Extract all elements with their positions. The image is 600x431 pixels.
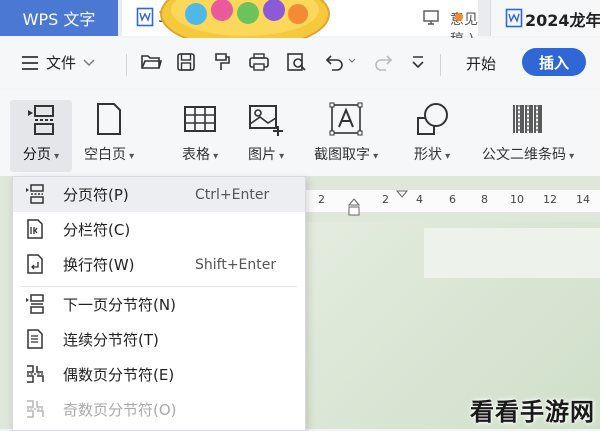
tab-start[interactable]: 开始 — [466, 53, 496, 74]
menu-item-page-break[interactable]: 分页符(P) Ctrl+Enter — [13, 177, 305, 212]
page-break-icon — [25, 104, 57, 136]
first-line-indent-icon[interactable] — [396, 190, 408, 198]
app-home-tab[interactable]: WPS 文字 — [0, 0, 118, 36]
ribbon-insert: 分页 空白页 表格 图片 截图取字 形状 公文二维条码 — [0, 90, 600, 176]
document-tab-2-title: 2024龙年 — [525, 11, 600, 30]
unsaved-indicator — [455, 13, 463, 21]
ruler-number: 14 — [576, 193, 590, 206]
page-margin-area — [424, 228, 600, 278]
menu-item-continuous-section[interactable]: 连续分节符(T) — [13, 322, 305, 357]
ruler-number: 12 — [543, 193, 557, 206]
undo-icon[interactable] — [324, 52, 346, 72]
menu-item-odd-page-section[interactable]: 奇数页分节符(O) — [13, 392, 305, 427]
doc-qrcode-label: 公文二维条码 — [482, 144, 574, 164]
watermark-logo: 看看手游网 — [470, 398, 595, 426]
even-page-section-icon — [25, 364, 45, 384]
ruler-number: 2 — [318, 193, 325, 206]
doc-qrcode-button[interactable]: 公文二维条码 — [482, 102, 574, 164]
open-folder-icon[interactable] — [140, 52, 162, 72]
ruler-number: 2 — [382, 193, 389, 206]
screenshot-text-icon — [329, 102, 363, 136]
page-break-dropdown: 分页符(P) Ctrl+Enter 分栏符(C) 换行符(W) Shift+En… — [12, 176, 306, 431]
page-break-icon — [25, 184, 45, 204]
ruler-number: 10 — [510, 193, 524, 206]
print-icon[interactable] — [248, 52, 270, 72]
table-label: 表格 — [182, 144, 218, 164]
menu-item-label: 下一页分节符(N) — [63, 296, 176, 314]
redo-icon[interactable] — [372, 52, 394, 72]
hamburger-icon — [20, 55, 40, 71]
file-menu[interactable]: 文件 — [20, 52, 96, 73]
toolbar-divider — [126, 54, 127, 76]
screenshot-ocr-button[interactable]: 截图取字 — [314, 102, 378, 164]
shape-button[interactable]: 形状 — [414, 102, 450, 164]
menu-item-even-page-section[interactable]: 偶数页分节符(E) — [13, 357, 305, 392]
ruler-number: 4 — [416, 193, 423, 206]
shapes-icon — [414, 102, 450, 136]
menu-item-shortcut: Shift+Enter — [195, 256, 277, 273]
horizontal-ruler[interactable]: 2 2 4 6 8 10 12 14 — [300, 190, 600, 216]
print-preview-icon[interactable] — [286, 52, 308, 72]
page-break-label: 分页 — [23, 144, 59, 164]
menu-item-label: 换行符(W) — [63, 256, 135, 274]
toolbar-divider — [440, 54, 441, 76]
menu-item-label: 奇数页分节符(O) — [63, 401, 177, 419]
picture-label: 图片 — [248, 144, 284, 164]
chevron-down-icon[interactable] — [348, 58, 356, 64]
document-icon — [136, 7, 154, 27]
file-menu-label: 文件 — [46, 54, 77, 72]
blank-page-icon — [93, 102, 125, 136]
menu-item-label: 偶数页分节符(E) — [63, 366, 175, 384]
blank-page-label: 空白页 — [84, 144, 134, 164]
ruler-number: 8 — [481, 193, 488, 206]
menu-item-line-break[interactable]: 换行符(W) Shift+Enter — [13, 247, 305, 282]
table-icon — [183, 102, 217, 136]
screenshot-ocr-label: 截图取字 — [314, 144, 378, 164]
barcode-icon — [510, 102, 546, 136]
indent-marker-icon[interactable] — [348, 198, 360, 216]
quick-toolbar: 文件 开始 插入 — [0, 38, 600, 88]
menu-item-next-page-section[interactable]: 下一页分节符(N) — [13, 287, 305, 322]
page-break-button[interactable]: 分页 — [10, 100, 72, 172]
picture-button[interactable]: 图片 — [248, 102, 284, 164]
picture-icon — [248, 102, 284, 136]
menu-item-column-break[interactable]: 分栏符(C) — [13, 212, 305, 247]
format-painter-icon[interactable] — [212, 52, 232, 72]
ruler-number: 6 — [449, 193, 456, 206]
menu-item-shortcut: Ctrl+Enter — [195, 186, 270, 203]
column-break-icon — [25, 219, 45, 239]
monitor-icon[interactable] — [422, 8, 440, 26]
shape-label: 形状 — [414, 144, 450, 164]
menu-item-label: 分栏符(C) — [63, 221, 131, 239]
customize-toolbar-icon[interactable] — [410, 52, 426, 72]
document-icon — [505, 8, 523, 28]
save-icon[interactable] — [176, 52, 196, 72]
next-page-section-icon — [25, 294, 45, 314]
continuous-section-icon — [25, 329, 45, 349]
table-button[interactable]: 表格 — [182, 102, 218, 164]
chevron-down-icon — [82, 58, 96, 68]
tab-insert[interactable]: 插入 — [522, 48, 586, 76]
line-break-icon — [25, 254, 45, 274]
menu-item-label: 连续分节符(T) — [63, 331, 159, 349]
blank-page-button[interactable]: 空白页 — [84, 102, 134, 164]
odd-page-section-icon — [25, 399, 45, 419]
document-tab-2[interactable]: 2024龙年 — [490, 0, 600, 36]
menu-item-label: 分页符(P) — [63, 186, 129, 204]
